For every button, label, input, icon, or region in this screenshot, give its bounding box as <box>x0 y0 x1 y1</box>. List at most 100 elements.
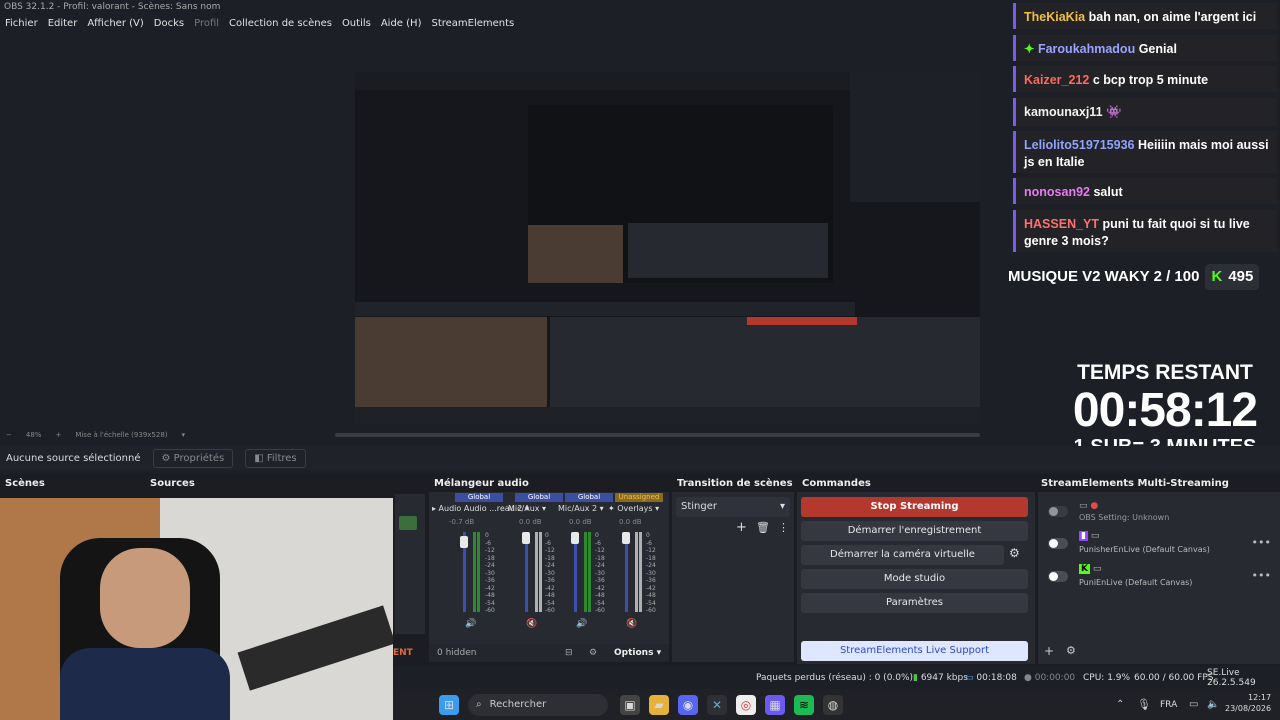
transition-dock: Stinger ▾ + 🗑 ⋮ <box>672 492 794 662</box>
multistream-row: ▭ ● OBS Setting: Unknown <box>1043 498 1275 526</box>
volume-slider[interactable] <box>525 532 528 612</box>
chat-message: Leliolito519715936 Heiiiin mais moi auss… <box>1013 131 1277 173</box>
mute-icon[interactable]: 🔇 <box>626 619 637 629</box>
microphone-icon[interactable]: 🎙 <box>1137 698 1151 711</box>
level-meter <box>635 532 638 612</box>
more-icon[interactable]: ••• <box>1252 536 1271 549</box>
zoom-in-icon[interactable]: + <box>55 428 61 442</box>
channel-name[interactable]: Mic/Aux ▾ <box>508 504 546 513</box>
speaker-icon[interactable]: 🔊 <box>576 619 587 629</box>
virtual-camera-button[interactable]: Démarrer la caméra virtuelle <box>801 545 1004 565</box>
app-grid-icon[interactable]: ▦ <box>765 694 785 715</box>
network-icon[interactable]: ▭ <box>1189 699 1198 710</box>
task-view-icon[interactable]: ▣ <box>620 694 640 715</box>
gear-icon[interactable]: ⚙ <box>1066 644 1076 657</box>
chrome-icon[interactable]: ◎ <box>736 694 756 715</box>
stream-toggle[interactable] <box>1048 571 1068 582</box>
webcam-feed <box>0 498 393 720</box>
stop-streaming-button[interactable]: Stop Streaming <box>801 497 1028 517</box>
mixer-dock-title: Mélangeur audio <box>434 478 529 489</box>
cpu-usage: CPU: 1.9% <box>1083 673 1131 683</box>
volume-knob[interactable] <box>571 532 579 544</box>
volume-knob[interactable] <box>522 532 530 544</box>
level-meter <box>584 532 587 612</box>
preview-scrollbar[interactable] <box>335 433 980 437</box>
menu-editer[interactable]: Editer <box>48 16 78 32</box>
sources-list[interactable] <box>395 494 425 634</box>
chevron-down-icon[interactable]: ▾ <box>182 428 186 442</box>
level-meter <box>477 532 480 612</box>
stream-toggle[interactable] <box>1048 506 1068 517</box>
stream-time: ▭ 00:18:08 <box>965 673 1017 683</box>
folder-icon[interactable]: ▰ <box>649 694 669 715</box>
add-icon[interactable]: + <box>1044 644 1054 658</box>
nested-preview <box>528 105 833 283</box>
studio-mode-button[interactable]: Mode studio <box>801 569 1028 589</box>
menu-outils[interactable]: Outils <box>342 16 371 32</box>
volume-slider[interactable] <box>625 532 628 612</box>
volume-icon[interactable]: 🔈 <box>1207 699 1219 710</box>
chat-message: ✦ Faroukahmadou Genial <box>1013 35 1277 61</box>
row-label: PuniEnLive (Default Canvas) <box>1079 578 1193 587</box>
trash-icon[interactable]: 🗑 <box>756 521 770 534</box>
chevron-down-icon: ▾ <box>779 501 785 512</box>
chevron-up-icon[interactable]: ⌃ <box>1116 699 1124 710</box>
menu-aide[interactable]: Aide (H) <box>381 16 422 32</box>
timer-overlay: TEMPS RESTANT 00:58:12 1 SUB= 3 MINUTES <box>1050 360 1280 458</box>
speaker-icon[interactable]: 🔊 <box>465 619 476 629</box>
menu-collection[interactable]: Collection de scènes <box>229 16 332 32</box>
stream-toggle[interactable] <box>1048 538 1068 549</box>
settings-button[interactable]: Paramètres <box>801 593 1028 613</box>
start-recording-button[interactable]: Démarrer l'enregistrement <box>801 521 1028 541</box>
layout-icon[interactable]: ⊟ <box>565 644 573 662</box>
menu-profil[interactable]: Profil <box>194 16 219 32</box>
channel-name[interactable]: Mic/Aux 2 ▾ <box>558 504 604 513</box>
menu-afficher[interactable]: Afficher (V) <box>87 16 143 32</box>
menu-docks[interactable]: Docks <box>154 16 184 32</box>
multistream-dock-title: StreamElements Multi-Streaming <box>1041 478 1229 489</box>
sources-dock-title: Sources <box>150 478 195 489</box>
lock-icon[interactable] <box>399 516 417 530</box>
volume-knob[interactable] <box>622 532 630 544</box>
channel-db: 0.0 dB <box>519 518 542 526</box>
commands-dock: Stop Streaming Démarrer l'enregistrement… <box>797 492 1035 664</box>
gear-icon[interactable]: ⚙ <box>1009 546 1020 560</box>
menu-streamelements[interactable]: StreamElements <box>431 16 514 32</box>
volume-slider[interactable] <box>574 532 577 612</box>
discord-icon[interactable]: ◉ <box>678 694 698 715</box>
status-bar: Paquets perdus (réseau) : 0 (0.0%) ▮ 694… <box>393 668 1280 688</box>
volume-knob[interactable] <box>460 536 468 548</box>
windows-start-icon[interactable]: ⊞ <box>439 694 459 715</box>
xbox-icon[interactable]: ✕ <box>707 694 727 715</box>
window-title: OBS 32.1.2 - Profil: valorant - Scènes: … <box>4 2 221 12</box>
channel-name[interactable]: ✦ Overlays ▾ <box>608 504 659 513</box>
menu-bar: Fichier Editer Afficher (V) Docks Profil… <box>0 16 1010 32</box>
clock[interactable]: 12:17 23/08/2026 <box>1225 692 1271 714</box>
more-icon[interactable]: ••• <box>1252 569 1271 582</box>
channel-db: 0.0 dB <box>569 518 592 526</box>
language-indicator[interactable]: FRA <box>1160 700 1177 710</box>
kick-icon: K <box>1211 268 1223 285</box>
properties-button[interactable]: ⚙ Propriétés <box>152 448 234 468</box>
meter-scale: 0 -6 -12 -18 -24 -30 -36 -42 -48 -54 -60 <box>646 532 656 614</box>
transition-select[interactable]: Stinger ▾ <box>676 497 790 517</box>
obs-icon[interactable]: ◍ <box>823 694 843 715</box>
channel-db: 0.0 dB <box>619 518 642 526</box>
fps: 60.00 / 60.00 FPS <box>1134 673 1214 683</box>
advanced-icon[interactable]: ⚙ <box>589 644 597 662</box>
spotify-icon[interactable]: ≋ <box>794 694 814 715</box>
add-icon[interactable]: + <box>736 520 747 535</box>
zoom-out-icon[interactable]: − <box>6 428 12 442</box>
mixer-options-button[interactable]: Options ▾ <box>614 644 661 662</box>
music-overlay: MUSIQUE V2 WAKY 2 / 100 K 495 <box>1008 264 1280 290</box>
bitrate: ▮ 6947 kbps <box>913 673 968 683</box>
mute-icon[interactable]: 🔇 <box>526 619 537 629</box>
menu-fichier[interactable]: Fichier <box>5 16 38 32</box>
taskbar-search[interactable]: ⌕ Rechercher <box>468 693 608 716</box>
scenes-dock-title: Scènes <box>5 478 45 489</box>
filters-button[interactable]: ◧ Filtres <box>245 448 306 468</box>
live-support-button[interactable]: StreamElements Live Support <box>801 641 1028 661</box>
twitch-icon: ▮ ▭ <box>1079 531 1100 541</box>
meter-scale: 0 -6 -12 -18 -24 -30 -36 -42 -48 -54 -60 <box>595 532 605 614</box>
more-icon[interactable]: ⋮ <box>778 521 789 534</box>
